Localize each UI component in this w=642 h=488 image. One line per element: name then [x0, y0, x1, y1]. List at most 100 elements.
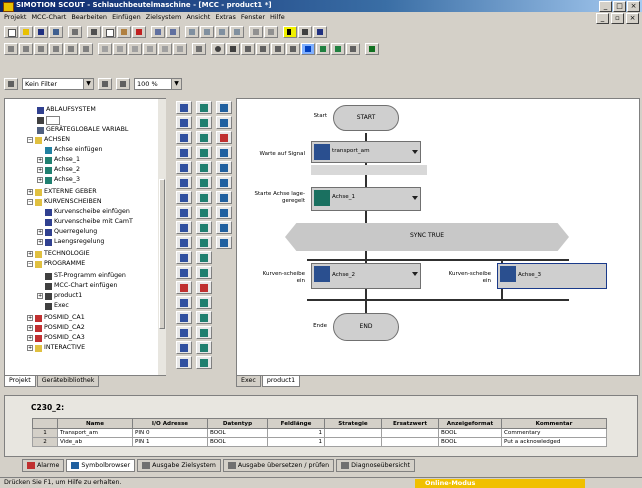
command-icon[interactable]: [196, 101, 212, 114]
connect-target-icon[interactable]: [200, 26, 214, 38]
network-icon[interactable]: [241, 43, 255, 55]
expand-icon[interactable]: +: [27, 251, 33, 257]
tree-item[interactable]: + INTERACTIVE: [27, 343, 85, 353]
collapse-icon[interactable]: −: [27, 261, 33, 267]
tree-item[interactable]: − PROGRAMME: [27, 259, 85, 269]
command-icon[interactable]: [176, 221, 192, 234]
command-icon[interactable]: [176, 281, 192, 294]
expand-icon[interactable]: +: [37, 177, 43, 183]
tab-product1[interactable]: product1: [261, 376, 301, 387]
tab-diagnoseuebersicht[interactable]: Diagnoseübersicht: [336, 459, 416, 472]
menu-fenster[interactable]: Fenster: [241, 12, 265, 23]
info-icon[interactable]: [301, 43, 315, 55]
tree-item[interactable]: + POSMID_CA3: [27, 333, 85, 343]
command-icon[interactable]: [176, 116, 192, 129]
camtool-icon[interactable]: [346, 43, 360, 55]
expand-icon[interactable]: +: [27, 189, 33, 195]
command-icon[interactable]: [176, 356, 192, 369]
table-icon[interactable]: [256, 43, 270, 55]
step-icon[interactable]: [19, 43, 33, 55]
column-header[interactable]: Strategie: [324, 418, 382, 429]
layout-icon[interactable]: [113, 43, 127, 55]
command-icon[interactable]: [196, 311, 212, 324]
command-icon[interactable]: [176, 146, 192, 159]
monitor-icon[interactable]: [34, 43, 48, 55]
help-icon[interactable]: [313, 26, 327, 38]
menu-mcc-chart[interactable]: MCC-Chart: [31, 12, 66, 23]
wait-signal-node[interactable]: transport_am: [311, 141, 421, 163]
tab-ausgabe-zielsystem[interactable]: Ausgabe Zielsystem: [137, 459, 221, 472]
command-icon[interactable]: [216, 221, 232, 234]
command-icon[interactable]: [216, 161, 232, 174]
command-icon[interactable]: [196, 146, 212, 159]
tree-item[interactable]: + Laengsregelung: [37, 237, 104, 247]
expand-icon[interactable]: +: [37, 229, 43, 235]
tree-item[interactable]: + product1: [37, 291, 82, 301]
expand-icon[interactable]: +: [37, 167, 43, 173]
filter-icon[interactable]: [4, 78, 18, 90]
tree-item[interactable]: + TECHNOLOGIE: [27, 249, 90, 259]
tab-alarme[interactable]: Alarme: [22, 459, 65, 472]
command-icon[interactable]: [196, 236, 212, 249]
download-icon[interactable]: [215, 26, 229, 38]
accessible-nodes-icon[interactable]: [185, 26, 199, 38]
trace-icon[interactable]: [49, 43, 63, 55]
upload-icon[interactable]: [230, 26, 244, 38]
expand-icon[interactable]: +: [37, 157, 43, 163]
tree-item[interactable]: + POSMID_CA1: [27, 313, 85, 323]
filter-select[interactable]: Kein Filter ▼: [22, 78, 94, 90]
command-icon[interactable]: [176, 206, 192, 219]
tree-scrollbar[interactable]: [158, 99, 166, 375]
expand-icon[interactable]: +: [27, 335, 33, 341]
column-header[interactable]: Feldlänge: [267, 418, 325, 429]
collapse-icon[interactable]: −: [27, 137, 33, 143]
undo-icon[interactable]: [151, 26, 165, 38]
command-icon[interactable]: [196, 356, 212, 369]
breakpoint-icon[interactable]: [64, 43, 78, 55]
command-icon[interactable]: [176, 131, 192, 144]
tree-item[interactable]: − KURVENSCHEIBEN: [27, 197, 102, 207]
menu-einfuegen[interactable]: Einfügen: [112, 12, 141, 23]
mdi-minimize-button[interactable]: _: [596, 13, 609, 24]
table-row[interactable]: 1 Transport_am PIN 0 BOOL 1 BOOL Comment…: [32, 428, 607, 438]
close-button[interactable]: ×: [627, 1, 640, 12]
tree-item[interactable]: Kurvenscheibe einfügen: [45, 207, 130, 217]
menu-ansicht[interactable]: Ansicht: [186, 12, 210, 23]
distribute-icon[interactable]: [173, 43, 187, 55]
scrollbar-thumb[interactable]: [159, 179, 165, 329]
command-icon[interactable]: [176, 251, 192, 264]
command-icon[interactable]: [176, 176, 192, 189]
command-icon[interactable]: [176, 326, 192, 339]
arrow-select-icon[interactable]: [283, 26, 297, 38]
expand-icon[interactable]: +: [37, 293, 43, 299]
mdi-close-button[interactable]: ×: [626, 13, 639, 24]
run-icon[interactable]: [4, 43, 18, 55]
graph-icon[interactable]: [331, 43, 345, 55]
maximize-button[interactable]: □: [613, 1, 626, 12]
command-icon[interactable]: [196, 176, 212, 189]
command-icon[interactable]: [196, 266, 212, 279]
compile-icon[interactable]: [249, 26, 263, 38]
tree-item[interactable]: GERÄTEGLOBALE VARIABL: [37, 125, 128, 135]
new-icon[interactable]: [4, 26, 18, 38]
command-icon[interactable]: [176, 266, 192, 279]
grid-icon[interactable]: [128, 43, 142, 55]
filter-apply-icon[interactable]: [98, 78, 112, 90]
command-icon[interactable]: [216, 236, 232, 249]
tree-item[interactable]: − ACHSEN: [27, 135, 70, 145]
column-header[interactable]: I/O Adresse: [132, 418, 208, 429]
delete-icon[interactable]: [132, 26, 146, 38]
command-icon[interactable]: [196, 326, 212, 339]
scope-icon[interactable]: [286, 43, 300, 55]
signal-icon[interactable]: [271, 43, 285, 55]
end-node[interactable]: END: [333, 313, 399, 341]
tree-item[interactable]: ABLAUFSYSTEM: [37, 105, 96, 115]
cam-left-node[interactable]: Achse_2: [311, 263, 421, 289]
tree-item[interactable]: + POSMID_CA2: [27, 323, 85, 333]
expand-icon[interactable]: +: [27, 325, 33, 331]
open-icon[interactable]: [19, 26, 33, 38]
expand-icon[interactable]: +: [27, 345, 33, 351]
watch-icon[interactable]: [79, 43, 93, 55]
cam-right-node[interactable]: Achse_3: [497, 263, 607, 289]
tree-item[interactable]: + EXTERNE GEBER: [27, 187, 97, 197]
